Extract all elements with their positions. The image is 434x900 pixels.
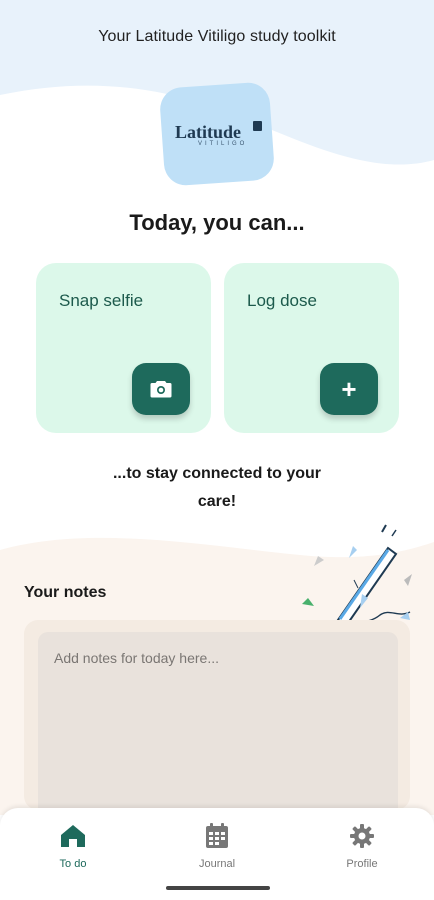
nav-item-profile[interactable]: Profile	[317, 822, 407, 882]
nav-item-journal[interactable]: Journal	[172, 822, 262, 882]
today-heading: Today, you can...	[129, 210, 305, 235]
notes-heading: Your notes	[24, 584, 107, 601]
calendar-icon	[203, 822, 231, 850]
pen-illustration-icon	[302, 524, 412, 632]
logo-mark-icon	[253, 121, 262, 131]
snap-selfie-card[interactable]: Snap selfie	[36, 263, 211, 433]
nav-label-profile: Profile	[346, 858, 378, 870]
snap-selfie-button[interactable]	[132, 363, 190, 415]
logo-subtitle: VITILIGO	[198, 141, 248, 147]
nav-label-to-do: To do	[59, 858, 87, 870]
home-indicator[interactable]	[166, 886, 270, 890]
log-dose-button[interactable]: +	[320, 363, 378, 415]
gear-icon	[348, 822, 376, 850]
logo-wordmark: Latitude	[175, 122, 242, 142]
tagline: ...to stay connected to your care!	[112, 465, 322, 510]
plus-icon: +	[341, 374, 357, 404]
nav-label-journal: Journal	[198, 858, 236, 870]
header-title: Your Latitude Vitiligo study toolkit	[98, 28, 336, 45]
snap-selfie-label: Snap selfie	[59, 291, 144, 310]
home-icon	[59, 822, 87, 850]
log-dose-label: Log dose	[247, 291, 317, 310]
notes-input[interactable]	[38, 632, 398, 810]
log-dose-card[interactable]: Log dose +	[224, 263, 399, 433]
nav-item-to-do[interactable]: To do	[28, 822, 118, 882]
camera-icon	[150, 381, 172, 398]
